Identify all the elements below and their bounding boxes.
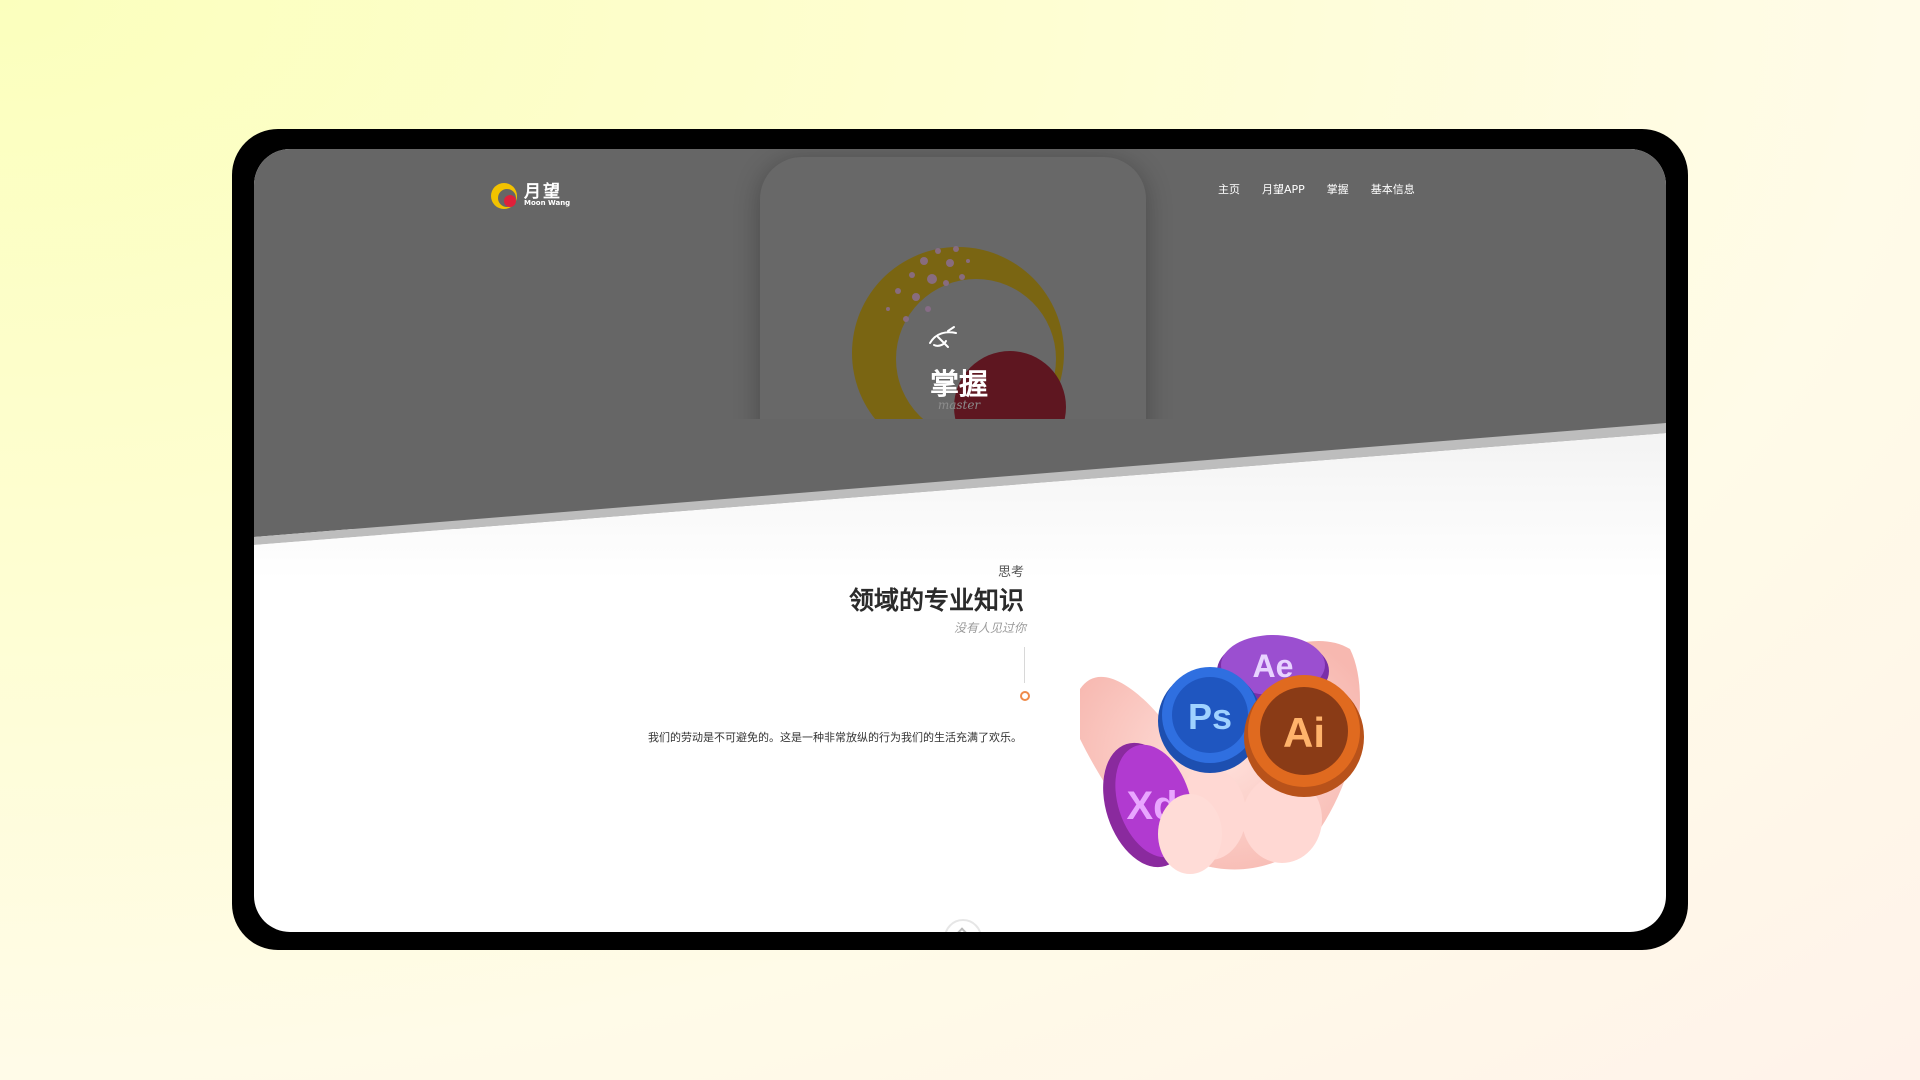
section-body: 我们的劳动是不可避免的。这是一种非常放纵的行为我们的生活充满了欢乐。 xyxy=(648,731,1022,744)
timeline-dot xyxy=(1020,691,1030,701)
coin-ai-label: Ai xyxy=(1283,709,1325,756)
section-eyebrow: 思考 xyxy=(997,565,1024,580)
coin-ps-label: Ps xyxy=(1188,696,1232,737)
device-frame: 掌握 master 月望 Moon Wang 主页 月望APP 掌握 基本信息 … xyxy=(232,129,1688,950)
browser-screen: 掌握 master 月望 Moon Wang 主页 月望APP 掌握 基本信息 … xyxy=(254,149,1666,932)
hand-holding-coins-icon: Ae Ps Ai Xd xyxy=(1080,635,1364,874)
timeline-line xyxy=(1024,647,1025,683)
section-heading: 领域的专业知识 xyxy=(848,586,1024,615)
section-subheading: 没有人见过你 xyxy=(953,621,1026,635)
chevron-up-icon xyxy=(956,927,968,932)
knowledge-section: 思考 领域的专业知识 没有人见过你 我们的劳动是不可避免的。这是一种非常放纵的行… xyxy=(254,149,1666,932)
